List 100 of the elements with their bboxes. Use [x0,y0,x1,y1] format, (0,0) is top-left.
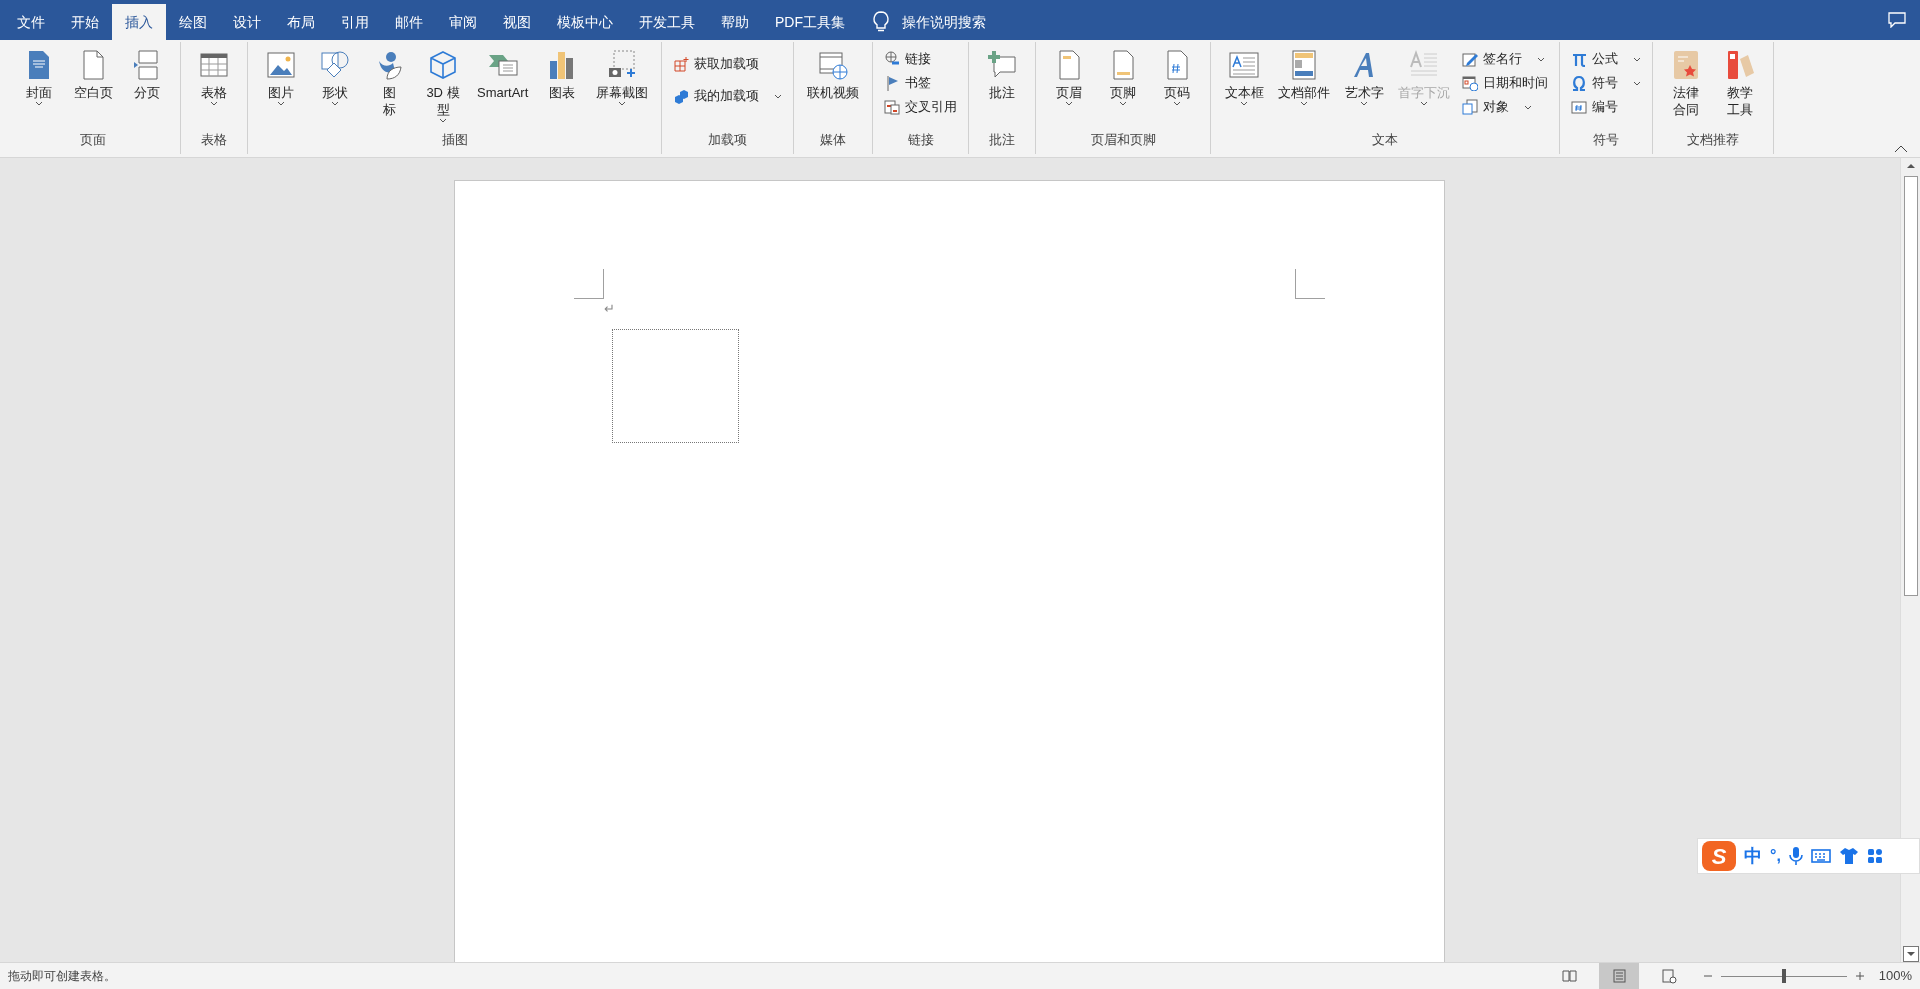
scrollbar-thumb[interactable] [1903,176,1918,596]
smartart-button[interactable]: SmartArt [471,46,535,128]
text-box-button[interactable]: 文本框 [1218,46,1271,128]
button-label: 图片 [268,84,294,101]
lightbulb-icon [872,11,890,33]
contract-star-button[interactable]: 法律 合同 [1660,46,1713,128]
button-label: 首字下沉 [1398,84,1451,101]
scroll-down-icon[interactable] [1902,946,1919,962]
button-label: 图 [382,84,396,101]
button-label: 封面 [26,84,52,101]
ribbon-tab[interactable]: 引用 [328,4,382,40]
collapse-ribbon-icon[interactable] [1894,145,1908,153]
zoom-in-icon[interactable] [1854,971,1865,981]
omega-icon [1571,75,1588,91]
zoom-slider[interactable] [1720,969,1847,983]
books-button[interactable]: 教学 工具 [1714,46,1767,128]
grid-icon[interactable] [1866,848,1883,864]
button-label: 标 [382,101,396,118]
group-label: 批注 [989,131,1016,149]
cubes-button[interactable]: 我的加载项 [669,84,787,108]
ribbon-tab[interactable]: 审阅 [436,4,490,40]
shirt-icon[interactable] [1838,847,1859,865]
punctuation-toggle[interactable]: °, [1770,844,1781,868]
picture-icon [265,49,297,81]
header-page-button[interactable]: 页眉 [1043,46,1096,128]
table-button[interactable]: 表格 [188,46,240,128]
calendar-clock-button[interactable]: 日期和时间 [1458,71,1553,95]
comment-icon[interactable] [1888,12,1906,28]
bird-leaf-button[interactable]: 图 标 [363,46,415,128]
flag-button[interactable]: 书签 [880,71,962,95]
add-grid-button[interactable]: 获取加载项 [669,52,787,76]
pi-button[interactable]: 公式 [1567,47,1646,71]
print-layout-icon [1610,968,1627,984]
zoom-slider-thumb[interactable] [1781,969,1786,983]
ribbon-tab[interactable]: 设计 [220,4,274,40]
object-icon [1462,99,1479,115]
print-layout-button[interactable] [1598,963,1639,989]
web-layout-icon [1660,968,1677,984]
camera-screenshot-button[interactable]: 屏幕截图 [590,46,655,128]
add-grid-icon [673,56,690,72]
ribbon-tab[interactable]: 插入 [112,4,166,40]
button-label: 屏幕截图 [596,84,649,101]
button-label: 表格 [201,84,227,101]
tell-me-search[interactable]: 操作说明搜索 [872,4,986,40]
page-break-button[interactable]: 分页 [121,46,173,128]
document-parts-button[interactable]: 文档部件 [1272,46,1337,128]
globe-link-icon [884,51,901,67]
keyboard-icon[interactable] [1810,848,1831,864]
cross-reference-button[interactable]: 交叉引用 [880,95,962,119]
ribbon-tab[interactable]: 布局 [274,4,328,40]
object-button[interactable]: 对象 [1458,95,1553,119]
comment-plus-button[interactable]: 批注 [976,46,1029,128]
cubes-icon [673,88,690,104]
ribbon-tab[interactable]: 模板中心 [544,4,626,40]
blank-page-button[interactable]: 空白页 [67,46,119,128]
input-mode-toggle[interactable]: 中 [1744,842,1762,870]
ribbon-tab[interactable]: PDF工具集 [762,4,858,40]
ribbon-tab[interactable]: 开始 [58,4,112,40]
signature-pen-icon [1462,51,1479,67]
button-label: 合同 [1673,101,1700,118]
bar-chart-button[interactable]: 图表 [536,46,589,128]
cross-reference-icon [884,99,901,115]
ribbon-tab[interactable]: 文件 [4,4,58,40]
button-label: 页脚 [1110,84,1137,101]
margin-corner-mark [573,269,604,299]
signature-pen-button[interactable]: 签名行 [1458,47,1553,71]
button-label: 教学 [1727,84,1754,101]
ribbon-tab[interactable]: 邮件 [382,4,436,40]
paragraph-mark: ↵ [603,300,615,318]
cube-button[interactable]: 3D 模 型 [417,46,469,128]
group-label: 文档推荐 [1687,131,1740,149]
group-label: 符号 [1593,131,1620,149]
picture-button[interactable]: 图片 [255,46,307,128]
shapes-button[interactable]: 形状 [309,46,361,128]
button-label: 文档部件 [1278,84,1331,101]
pi-icon [1571,51,1588,67]
calendar-clock-icon [1462,75,1479,91]
number-box-button[interactable]: 编号 [1567,95,1646,119]
footer-page-button[interactable]: 页脚 [1097,46,1150,128]
margin-corner-mark [1294,269,1325,299]
button-label: 工具 [1727,101,1754,118]
zoom-percentage[interactable]: 100% [1878,966,1912,986]
video-globe-button[interactable]: 联机视频 [801,46,866,128]
page-number-button[interactable]: 页码 [1151,46,1204,128]
microphone-icon[interactable] [1788,846,1803,866]
ribbon-tab[interactable]: 开发工具 [626,4,708,40]
wordart-button[interactable]: 艺术字 [1338,46,1391,128]
cover-page-button[interactable]: 封面 [13,46,65,128]
text-box-icon [1228,49,1261,81]
button-label: 分页 [134,84,160,101]
ribbon-tab[interactable]: 帮助 [708,4,762,40]
group-label: 媒体 [820,131,847,149]
ribbon-tab[interactable]: 视图 [490,4,544,40]
ribbon-tab[interactable]: 绘图 [166,4,220,40]
read-mode-icon [1560,968,1577,984]
omega-button[interactable]: 符号 [1567,71,1646,95]
group-label: 链接 [907,131,934,149]
button-label: 形状 [322,84,348,101]
button-label: 艺术字 [1344,84,1384,101]
globe-link-button[interactable]: 链接 [880,47,962,71]
